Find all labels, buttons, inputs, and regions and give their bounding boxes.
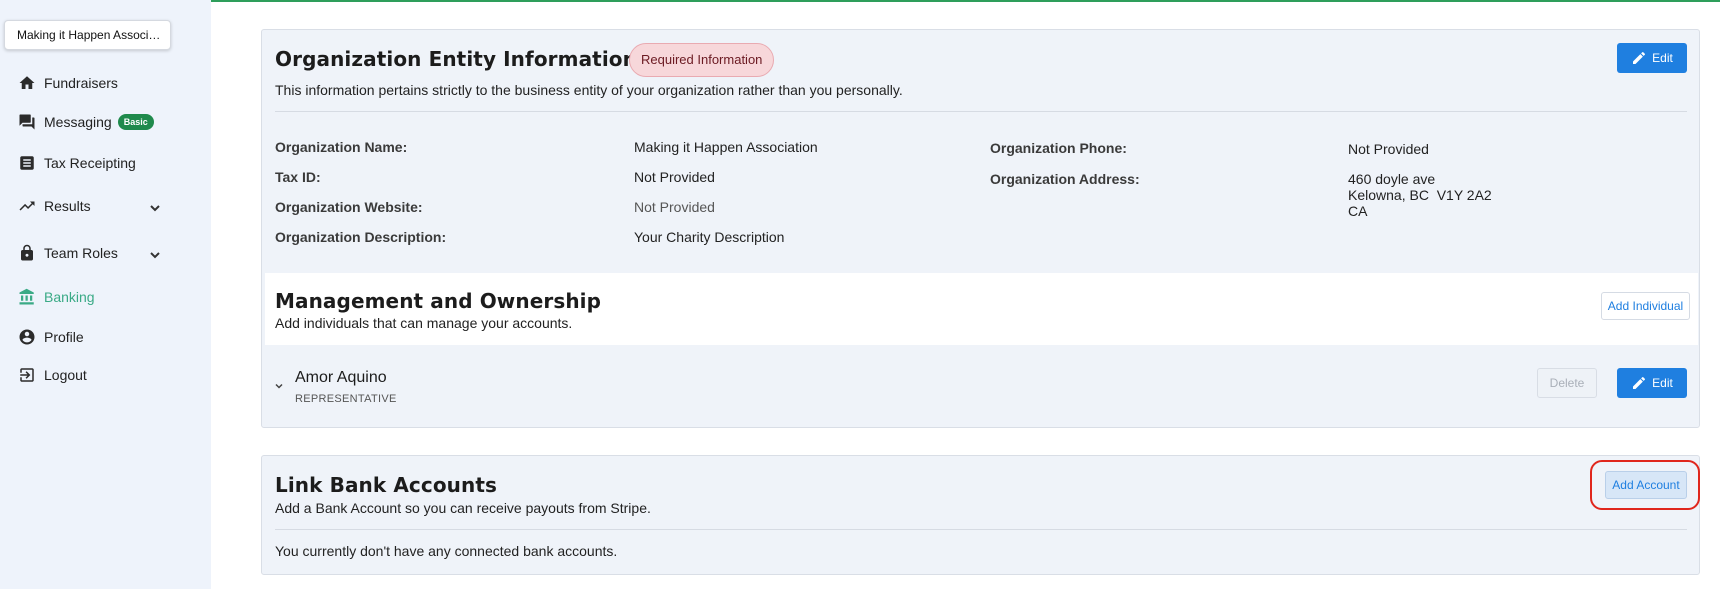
tax-id-label: Tax ID: — [275, 169, 321, 185]
entity-description: This information pertains strictly to th… — [275, 82, 903, 98]
bank-description: Add a Bank Account so you can receive pa… — [275, 500, 651, 516]
highlight-annotation — [1590, 460, 1700, 510]
person-role: REPRESENTATIVE — [295, 393, 397, 405]
home-icon — [18, 74, 36, 92]
edit-label: Edit — [1652, 376, 1673, 390]
org-website-label: Organization Website: — [275, 199, 423, 215]
account-circle-icon — [18, 328, 36, 346]
forum-icon — [18, 113, 36, 131]
sidebar-item-fundraisers[interactable]: Fundraisers — [18, 74, 118, 92]
organization-selector[interactable]: Making it Happen Associ… — [4, 20, 171, 50]
org-address-label: Organization Address: — [990, 171, 1140, 187]
sidebar-item-label: Banking — [44, 289, 95, 305]
sidebar-item-tax-receipting[interactable]: Tax Receipting — [18, 154, 136, 172]
add-individual-button[interactable]: Add Individual — [1601, 292, 1690, 320]
org-name-value: Making it Happen Association — [634, 139, 818, 155]
chevron-down-icon[interactable] — [148, 201, 162, 215]
sidebar-item-results[interactable]: Results — [18, 197, 91, 215]
person-edit-button[interactable]: Edit — [1617, 368, 1687, 398]
top-progress-line — [0, 0, 1720, 2]
management-header: Management and Ownership Add individuals… — [265, 273, 1698, 345]
sidebar-item-team-roles[interactable]: Team Roles — [18, 244, 118, 262]
link-bank-accounts-card: Link Bank Accounts Add a Bank Account so… — [261, 455, 1700, 575]
org-name-label: Organization Name: — [275, 139, 408, 155]
sidebar-item-banking[interactable]: Banking — [18, 288, 95, 306]
bank-title: Link Bank Accounts — [275, 473, 498, 497]
sidebar-item-messaging[interactable]: Messaging Basic — [18, 113, 154, 131]
sidebar-item-profile[interactable]: Profile — [18, 328, 84, 346]
sidebar-item-label: Team Roles — [44, 245, 118, 261]
divider — [275, 111, 1687, 112]
management-title: Management and Ownership — [275, 289, 602, 313]
bank-icon — [18, 288, 36, 306]
logout-icon — [18, 366, 36, 384]
entity-edit-button[interactable]: Edit — [1617, 43, 1687, 73]
org-address-line3: CA — [1348, 203, 1368, 219]
edit-label: Edit — [1652, 51, 1673, 65]
chevron-down-icon[interactable] — [148, 248, 162, 262]
org-website-value: Not Provided — [634, 199, 715, 215]
org-address-line1: 460 doyle ave — [1348, 171, 1436, 187]
org-description-value: Your Charity Description — [634, 229, 785, 245]
receipt-icon — [18, 154, 36, 172]
pencil-icon — [1633, 51, 1646, 64]
trending-up-icon — [18, 197, 36, 215]
sidebar-item-label: Tax Receipting — [44, 155, 136, 171]
entity-title: Organization Entity Information — [275, 47, 637, 71]
pencil-icon — [1633, 376, 1646, 389]
delete-person-button[interactable]: Delete — [1537, 368, 1597, 398]
organization-entity-card: Organization Entity Information Required… — [261, 29, 1700, 428]
required-information-badge: Required Information — [629, 43, 775, 77]
lock-icon — [18, 244, 36, 262]
sidebar-item-logout[interactable]: Logout — [18, 366, 87, 384]
org-address-line2: Kelowna, BC V1Y 2A2 — [1348, 187, 1492, 203]
plan-badge: Basic — [117, 114, 154, 130]
org-description-label: Organization Description: — [275, 229, 447, 245]
sidebar-item-label: Fundraisers — [44, 75, 118, 91]
management-description: Add individuals that can manage your acc… — [275, 315, 573, 331]
no-bank-accounts-message: You currently don't have any connected b… — [275, 543, 618, 559]
sidebar: Making it Happen Associ… Fundraisers Mes… — [0, 0, 211, 589]
sidebar-item-label: Logout — [44, 367, 87, 383]
sidebar-item-label: Profile — [44, 329, 84, 345]
sidebar-item-label: Results — [44, 198, 91, 214]
org-phone-label: Organization Phone: — [990, 140, 1127, 156]
tax-id-value: Not Provided — [634, 169, 715, 185]
org-phone-value: Not Provided — [1348, 141, 1429, 157]
divider — [275, 529, 1687, 530]
person-name: Amor Aquino — [295, 369, 387, 386]
chevron-down-icon[interactable] — [274, 378, 284, 389]
sidebar-item-label: Messaging — [44, 114, 112, 130]
